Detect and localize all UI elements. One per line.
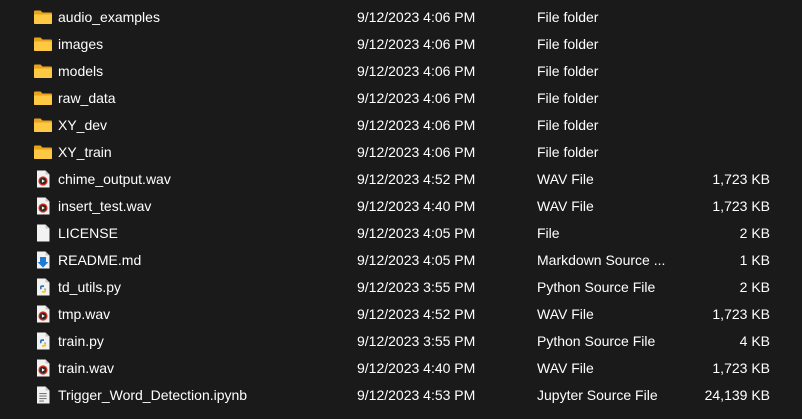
file-name: Trigger_Word_Detection.ipynb bbox=[58, 387, 248, 403]
file-type: File folder bbox=[537, 9, 599, 25]
file-date-modified: 9/12/2023 4:40 PM bbox=[357, 198, 476, 214]
file-type: File folder bbox=[537, 90, 599, 106]
file-row-models[interactable]: models 9/12/2023 4:06 PM File folder bbox=[0, 58, 802, 85]
notebook-file-icon bbox=[33, 385, 53, 405]
file-name: train.wav bbox=[58, 360, 115, 376]
file-date-modified: 9/12/2023 4:05 PM bbox=[357, 252, 476, 268]
file-size bbox=[680, 85, 770, 112]
file-row-insert-test-wav[interactable]: insert_test.wav 9/12/2023 4:40 PM WAV Fi… bbox=[0, 193, 802, 220]
file-row-trigger-word-detection-ipynb[interactable]: Trigger_Word_Detection.ipynb 9/12/2023 4… bbox=[0, 382, 802, 409]
file-name: XY_dev bbox=[58, 117, 108, 133]
file-size: 1,723 KB bbox=[712, 360, 770, 376]
file-size bbox=[680, 139, 770, 166]
file-name: models bbox=[58, 63, 104, 79]
file-size: 4 KB bbox=[739, 333, 770, 349]
file-row-images[interactable]: images 9/12/2023 4:06 PM File folder bbox=[0, 31, 802, 58]
file-size: 2 KB bbox=[739, 279, 770, 295]
file-name: audio_examples bbox=[58, 9, 160, 25]
file-row-audio-examples[interactable]: audio_examples 9/12/2023 4:06 PM File fo… bbox=[0, 4, 802, 31]
file-date-modified: 9/12/2023 3:55 PM bbox=[357, 279, 476, 295]
file-size bbox=[680, 31, 770, 58]
file-type: WAV File bbox=[537, 360, 594, 376]
file-name: README.md bbox=[58, 252, 142, 268]
file-type: File folder bbox=[537, 36, 599, 52]
folder-icon bbox=[33, 7, 53, 27]
folder-icon bbox=[33, 61, 53, 81]
markdown-file-icon bbox=[33, 250, 53, 270]
file-type: Python Source File bbox=[537, 333, 656, 349]
file-type: File folder bbox=[537, 117, 599, 133]
file-name: raw_data bbox=[58, 90, 116, 106]
file-date-modified: 9/12/2023 4:05 PM bbox=[357, 225, 476, 241]
file-name: LICENSE bbox=[58, 225, 118, 241]
file-type: WAV File bbox=[537, 306, 594, 322]
wav-file-icon bbox=[33, 169, 53, 189]
file-row-xy-dev[interactable]: XY_dev 9/12/2023 4:06 PM File folder bbox=[0, 112, 802, 139]
file-date-modified: 9/12/2023 4:06 PM bbox=[357, 117, 476, 133]
file-name: images bbox=[58, 36, 104, 52]
wav-file-icon bbox=[33, 196, 53, 216]
file-size bbox=[680, 58, 770, 85]
file-date-modified: 9/12/2023 4:52 PM bbox=[357, 306, 476, 322]
file-date-modified: 9/12/2023 4:06 PM bbox=[357, 63, 476, 79]
file-size bbox=[680, 112, 770, 139]
file-size bbox=[680, 4, 770, 31]
file-type: File bbox=[537, 225, 560, 241]
file-name: train.py bbox=[58, 333, 104, 349]
blank-file-icon bbox=[33, 223, 53, 243]
file-date-modified: 9/12/2023 4:06 PM bbox=[357, 144, 476, 160]
file-row-xy-train[interactable]: XY_train 9/12/2023 4:06 PM File folder bbox=[0, 139, 802, 166]
file-date-modified: 9/12/2023 4:53 PM bbox=[357, 387, 476, 403]
file-type: WAV File bbox=[537, 198, 594, 214]
file-row-tmp-wav[interactable]: tmp.wav 9/12/2023 4:52 PM WAV File 1,723… bbox=[0, 301, 802, 328]
file-name: chime_output.wav bbox=[58, 171, 171, 187]
file-row-readme-md[interactable]: README.md 9/12/2023 4:05 PM Markdown Sou… bbox=[0, 247, 802, 274]
file-date-modified: 9/12/2023 4:40 PM bbox=[357, 360, 476, 376]
file-row-td-utils-py[interactable]: td_utils.py 9/12/2023 3:55 PM Python Sou… bbox=[0, 274, 802, 301]
file-size: 1,723 KB bbox=[712, 198, 770, 214]
file-type: Markdown Source ... bbox=[537, 252, 666, 268]
file-date-modified: 9/12/2023 3:55 PM bbox=[357, 333, 476, 349]
file-date-modified: 9/12/2023 4:06 PM bbox=[357, 9, 476, 25]
folder-icon bbox=[33, 142, 53, 162]
folder-icon bbox=[33, 34, 53, 54]
file-row-raw-data[interactable]: raw_data 9/12/2023 4:06 PM File folder bbox=[0, 85, 802, 112]
file-row-train-wav[interactable]: train.wav 9/12/2023 4:40 PM WAV File 1,7… bbox=[0, 355, 802, 382]
file-size: 24,139 KB bbox=[704, 387, 770, 403]
file-type: WAV File bbox=[537, 171, 594, 187]
file-date-modified: 9/12/2023 4:52 PM bbox=[357, 171, 476, 187]
file-name: tmp.wav bbox=[58, 306, 111, 322]
file-size: 1,723 KB bbox=[712, 171, 770, 187]
file-list: audio_examples 9/12/2023 4:06 PM File fo… bbox=[0, 0, 802, 419]
file-date-modified: 9/12/2023 4:06 PM bbox=[357, 36, 476, 52]
file-row-train-py[interactable]: train.py 9/12/2023 3:55 PM Python Source… bbox=[0, 328, 802, 355]
file-row-chime-output-wav[interactable]: chime_output.wav 9/12/2023 4:52 PM WAV F… bbox=[0, 166, 802, 193]
folder-icon bbox=[33, 88, 53, 108]
file-type: Python Source File bbox=[537, 279, 656, 295]
file-name: td_utils.py bbox=[58, 279, 122, 295]
file-size: 2 KB bbox=[739, 225, 770, 241]
file-type: Jupyter Source File bbox=[537, 387, 658, 403]
folder-icon bbox=[33, 115, 53, 135]
file-size: 1,723 KB bbox=[712, 306, 770, 322]
file-date-modified: 9/12/2023 4:06 PM bbox=[357, 90, 476, 106]
file-row-license[interactable]: LICENSE 9/12/2023 4:05 PM File 2 KB bbox=[0, 220, 802, 247]
python-file-icon bbox=[33, 277, 53, 297]
wav-file-icon bbox=[33, 304, 53, 324]
wav-file-icon bbox=[33, 358, 53, 378]
python-file-icon bbox=[33, 331, 53, 351]
file-name: insert_test.wav bbox=[58, 198, 152, 214]
file-name: XY_train bbox=[58, 144, 112, 160]
file-size: 1 KB bbox=[739, 252, 770, 268]
file-type: File folder bbox=[537, 144, 599, 160]
file-type: File folder bbox=[537, 63, 599, 79]
